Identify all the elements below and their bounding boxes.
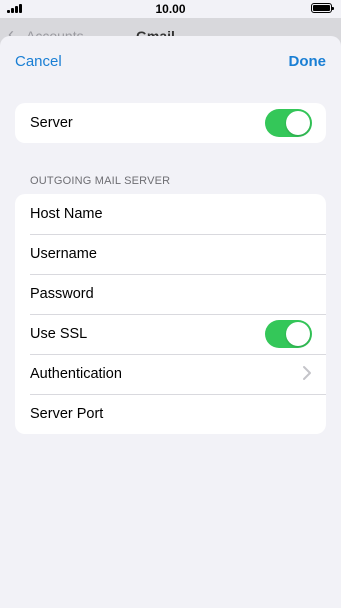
- cancel-button[interactable]: Cancel: [15, 53, 62, 70]
- server-label: Server: [30, 115, 73, 131]
- password-field[interactable]: Password: [15, 274, 326, 314]
- use-ssl-row: Use SSL: [15, 314, 326, 354]
- password-label: Password: [30, 286, 94, 302]
- status-bar: 10.00: [0, 0, 341, 18]
- battery-icon: [311, 3, 334, 13]
- settings-sheet: Cancel Done Server OUTGOING MAIL SERVER …: [0, 36, 341, 608]
- server-port-label: Server Port: [30, 406, 104, 422]
- done-button[interactable]: Done: [289, 53, 327, 70]
- authentication-row[interactable]: Authentication: [15, 354, 326, 394]
- chevron-right-icon: [303, 366, 311, 380]
- host-name-field[interactable]: Host Name: [15, 194, 326, 234]
- sheet-nav-bar: Cancel Done: [0, 36, 341, 88]
- username-field[interactable]: Username: [15, 234, 326, 274]
- outgoing-server-group: Host Name Username Password Use SSL Auth…: [15, 194, 326, 434]
- status-time: 10.00: [155, 2, 186, 16]
- server-port-field[interactable]: Server Port: [15, 394, 326, 434]
- host-name-label: Host Name: [30, 206, 103, 222]
- outgoing-section-header: OUTGOING MAIL SERVER: [30, 175, 171, 187]
- authentication-label: Authentication: [30, 366, 122, 382]
- username-label: Username: [30, 246, 97, 262]
- use-ssl-toggle[interactable]: [265, 320, 312, 348]
- server-toggle[interactable]: [265, 109, 312, 137]
- server-row: Server: [15, 103, 326, 143]
- server-group: Server: [15, 103, 326, 143]
- use-ssl-label: Use SSL: [30, 326, 88, 342]
